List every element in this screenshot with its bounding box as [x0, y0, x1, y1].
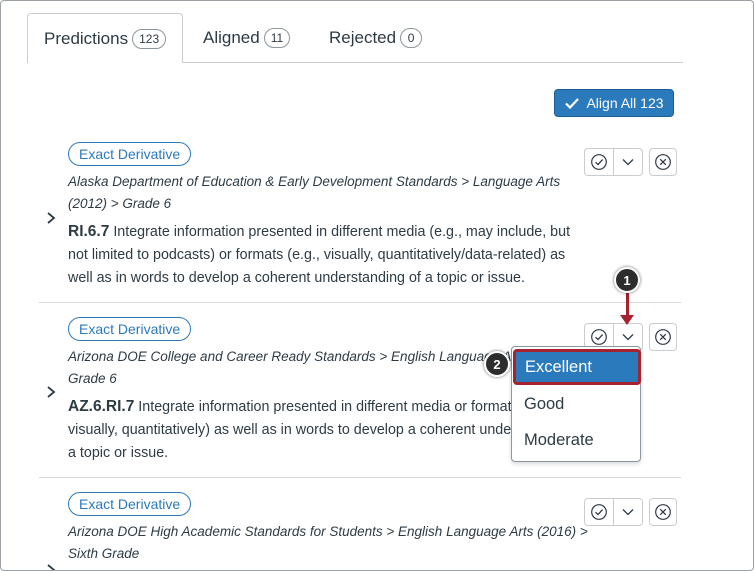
standard-path: Alaska Department of Education & Early D… [68, 171, 560, 215]
check-circle-icon [591, 154, 608, 170]
chevron-right-icon[interactable] [44, 211, 58, 225]
match-type-pill: Exact Derivative [68, 142, 192, 166]
align-options-button[interactable] [613, 149, 642, 175]
chevron-down-icon [622, 159, 634, 166]
standard-description: RI.6.7 Integrate information presented i… [68, 220, 570, 290]
menu-item-excellent-label: Excellent [525, 357, 592, 376]
align-all-label: Align All 123 [586, 95, 664, 111]
description-line: visually, quantitatively) as well as in … [68, 422, 536, 438]
chevron-down-icon [622, 509, 634, 516]
match-type-pill: Exact Derivative [68, 317, 192, 341]
tab-predictions-count: 123 [132, 28, 167, 49]
chevron-right-icon[interactable] [44, 563, 58, 571]
callout-1: 1 [614, 267, 640, 293]
checkmark-icon [565, 98, 580, 110]
menu-item-good[interactable]: Good [524, 395, 564, 414]
align-split-button [584, 498, 643, 526]
row-actions [584, 148, 677, 176]
check-circle-icon [591, 504, 608, 520]
standard-description: AZ.6.RI.7 Integrate information presente… [68, 395, 535, 465]
align-all-button[interactable]: Align All 123 [554, 89, 674, 117]
reject-button[interactable] [649, 323, 677, 351]
callout-arrow-head [620, 315, 634, 325]
tab-active-indicator [28, 61, 182, 64]
tab-aligned[interactable]: Aligned 11 [203, 13, 291, 63]
standard-code: RI.6.7 [68, 223, 110, 240]
tab-predictions-label: Predictions [44, 28, 129, 48]
standard-path-line: Alaska Department of Education & Early D… [68, 174, 561, 189]
x-circle-icon [655, 329, 671, 345]
standard-path: Arizona DOE College and Career Ready Sta… [68, 346, 520, 390]
chevron-right-icon[interactable] [44, 385, 58, 399]
row-divider [39, 477, 681, 478]
match-type-pill: Exact Derivative [68, 492, 192, 516]
check-circle-icon [591, 329, 608, 345]
align-button[interactable] [585, 149, 613, 175]
description-line: a topic or issue. [68, 445, 169, 461]
standard-path-line: Arizona DOE College and Career Ready Sta… [68, 349, 520, 364]
tab-rejected-count: 0 [400, 28, 423, 48]
x-circle-icon [655, 154, 671, 170]
tab-rejected-label: Rejected [329, 28, 397, 47]
description-line: Integrate information presented in diffe… [109, 224, 571, 240]
row-divider [39, 302, 681, 303]
menu-item-excellent[interactable]: Excellent [513, 349, 641, 385]
align-options-button[interactable] [613, 499, 642, 525]
align-split-button [584, 148, 643, 176]
tab-aligned-label: Aligned [203, 28, 260, 47]
prediction-row: Exact Derivative Arizona DOE High Academ… [39, 491, 681, 571]
x-circle-icon [655, 504, 671, 520]
reject-button[interactable] [649, 498, 677, 526]
alignment-panel: Predictions 123 Aligned 11 Rejected 0 Al… [0, 0, 754, 571]
reject-button[interactable] [649, 148, 677, 176]
align-button[interactable] [585, 499, 613, 525]
standard-path-line: (2012) > Grade 6 [68, 196, 172, 211]
standard-path-line: Arizona DOE High Academic Standards for … [68, 524, 588, 539]
callout-2: 2 [484, 351, 510, 377]
tab-aligned-count: 11 [263, 28, 291, 48]
description-line: well as in words to develop a coherent u… [68, 270, 525, 286]
standard-path-line: Grade 6 [68, 371, 117, 386]
prediction-row: Exact Derivative Alaska Department of Ed… [39, 141, 681, 301]
row-actions [584, 498, 677, 526]
description-line: Integrate information presented in diffe… [134, 399, 519, 415]
tab-rejected[interactable]: Rejected 0 [329, 13, 423, 63]
tab-predictions[interactable]: Predictions 123 [27, 13, 183, 63]
standard-path-line: Sixth Grade [68, 546, 140, 561]
description-line: not limited to podcasts) or formats (e.g… [68, 247, 566, 263]
menu-item-moderate[interactable]: Moderate [524, 431, 594, 450]
standard-code: AZ.6.RI.7 [68, 398, 135, 415]
standard-path: Arizona DOE High Academic Standards for … [68, 521, 588, 565]
chevron-down-icon [622, 334, 634, 341]
